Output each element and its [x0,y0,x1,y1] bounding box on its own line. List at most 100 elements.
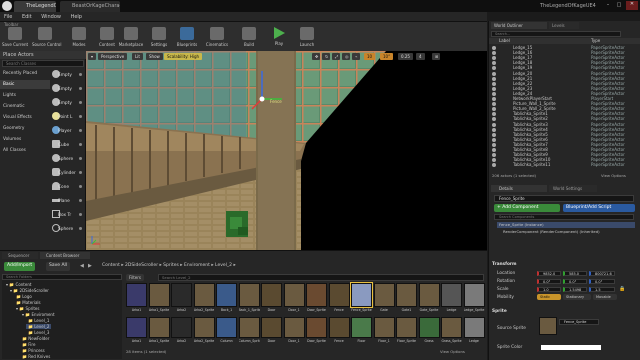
tab-sequencer[interactable]: Sequencer [2,252,38,259]
place-item[interactable]: Cube [52,139,86,152]
sprite-thumbnail[interactable] [539,317,557,335]
breadcrumb-item[interactable]: Sprites [163,263,179,268]
breadcrumb-item[interactable]: Content [102,263,120,268]
asset-tile[interactable]: Fence [328,283,350,318]
back-arrow-icon[interactable]: ◀ [80,263,84,269]
category-cinematic[interactable]: Cinematic [0,102,50,111]
asset-tile[interactable]: Fence [328,317,350,352]
minimize-icon[interactable]: – [603,2,613,10]
asset-tile[interactable]: Arka2 [171,283,192,318]
label-column-header[interactable]: Label [499,38,510,43]
class-search-input[interactable]: Search Classes [2,60,84,67]
add-component-button[interactable]: + Add Component [494,204,560,212]
place-item[interactable]: Empty [52,97,86,110]
component-search-input[interactable]: Search Components [494,214,634,220]
asset-tile[interactable]: Ledge [463,317,485,352]
outliner-view-options[interactable]: View Options [601,173,626,178]
tree-item[interactable]: 📁 Materials [16,300,41,305]
actor-name-field[interactable]: Fence_Sprite [494,195,634,202]
tab-level[interactable]: TheLegendOfKage [14,1,56,12]
category-visual-effects[interactable]: Visual Effects [0,113,50,122]
play-button[interactable]: Play [266,27,292,51]
location-y-field[interactable]: 585.0 [563,271,587,276]
asset-tile[interactable]: Door_1 [283,317,305,352]
sprite-section-header[interactable]: Sprite [492,309,507,314]
asset-tile[interactable]: Door_1 [283,283,305,318]
tree-item[interactable]: 📁 Red Knives [22,354,50,359]
menu-help[interactable]: Help [67,12,86,20]
tab-world-outliner[interactable]: World Outliner [491,22,547,29]
scale-y-field[interactable]: 1.5498 [563,287,587,292]
menu-file[interactable]: File [0,12,16,20]
tree-item[interactable]: ▾ 📁 Enviroment [22,312,55,317]
asset-tile[interactable]: Column [216,317,237,352]
maximize-viewport-icon[interactable]: ⊞ [432,53,440,60]
grid-snap-value[interactable]: 10 [364,53,376,60]
asset-search-input[interactable]: Search Level_2 [158,274,484,281]
asset-tile[interactable]: Door_Sprite [306,283,327,318]
category-lights[interactable]: Lights [0,91,50,100]
asset-tile[interactable]: Gate1 [396,283,417,318]
level-viewport[interactable]: Fence ▾ Perspective Lit Show Scalability… [86,51,487,250]
world-space-icon[interactable]: ◎ [342,53,350,60]
asset-tile[interactable]: Ledge [441,283,462,318]
menu-edit[interactable]: Edit [18,12,36,20]
location-x-field[interactable]: 9852.0 [537,271,561,276]
save-all-button[interactable]: Save All [46,262,71,271]
asset-tile[interactable]: Gate [373,283,395,318]
show-button[interactable]: Show [146,53,163,60]
sprite-color-swatch[interactable] [541,345,601,350]
mobility-stationary-button[interactable]: Stationary [563,294,591,300]
source-control-button[interactable]: Source Control [32,27,61,51]
scale-snap-value[interactable]: 0.25 [398,53,413,60]
rotation-y-field[interactable]: 0.0° [563,279,587,284]
asset-tile[interactable]: Arka2 [171,317,192,352]
place-item[interactable]: Sphere [52,153,86,166]
category-basic[interactable]: Basic [0,80,50,89]
asset-tile[interactable]: Column_Sprite [238,317,260,352]
category-geometry[interactable]: Geometry [0,124,50,133]
scale-x-field[interactable]: 1.0 [537,287,561,292]
place-item[interactable]: Box Tr [52,209,86,222]
asset-tile[interactable]: Grass [418,317,440,352]
add-import-button[interactable]: Add/Import [4,262,36,271]
asset-tile[interactable]: Arka1_Sprite [148,283,170,318]
tree-item[interactable]: 📁 Fire [22,342,35,347]
place-item[interactable]: Player [52,125,86,138]
tab-levels[interactable]: Levels [549,22,579,29]
build-button[interactable]: Build [236,27,262,51]
component-root[interactable]: Fence_Sprite (Instance) [497,222,635,228]
asset-tile[interactable]: Floor_1 [373,317,395,352]
camera-speed-value[interactable]: 4 [416,53,425,60]
rotation-z-field[interactable]: 0.0° [589,279,615,284]
transform-section-header[interactable]: Transform [492,262,517,267]
tree-item[interactable]: 📁 Logo [16,294,32,299]
type-column-header[interactable]: Type [591,38,600,43]
asset-tile[interactable]: Arka1 [126,317,147,352]
save-current-button[interactable]: Save Current [2,27,28,51]
asset-tile[interactable]: Arka2_Sprite [193,317,215,352]
category-recently-placed[interactable]: Recently Placed [0,69,50,78]
tree-item[interactable]: ▾ 📁 2DSideScroller [10,288,49,293]
settings-button[interactable]: Settings [146,27,172,51]
tree-item[interactable]: 📁 NewFolder [22,336,49,341]
filters-button[interactable]: Filters [126,274,144,281]
place-item[interactable]: Empty [52,69,86,82]
blueprints-button[interactable]: Blueprints [174,27,200,51]
launch-button[interactable]: Launch [294,27,320,51]
close-icon[interactable]: ✕ [626,1,638,10]
breadcrumb-item[interactable]: Level_2 [215,263,232,268]
asset-tile[interactable]: Door [261,317,282,352]
tree-item[interactable]: ▾ 📁 Sprites [16,306,39,311]
tree-item-selected[interactable]: 📁 Level_2 [26,324,52,329]
tree-item[interactable]: ▾ 📁 Content [6,282,31,287]
asset-tile[interactable]: Grass_Sprite [441,317,462,352]
tree-item[interactable]: 📁 Level_1 [28,318,49,323]
outliner-search-input[interactable]: Search... [491,31,621,37]
place-item[interactable]: Plane [52,195,86,208]
asset-tile[interactable]: Gate_Sprite [418,283,440,318]
tab-world-settings[interactable]: World Settings [549,185,597,192]
asset-tile[interactable]: Back_1_Sprite [238,283,260,318]
asset-tile[interactable]: Floor [351,317,372,352]
place-item[interactable]: Empty [52,83,86,96]
